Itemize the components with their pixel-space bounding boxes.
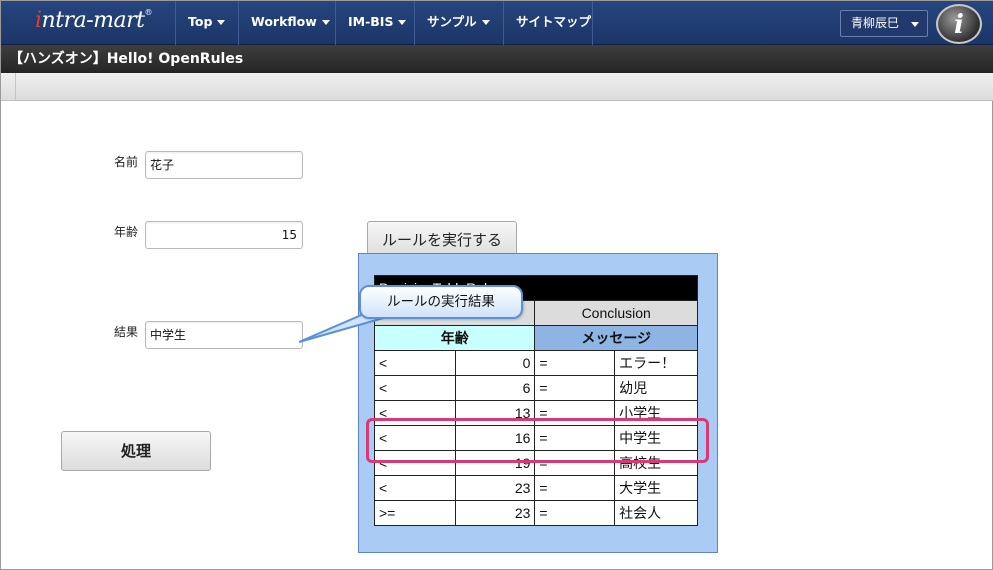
table-row: < 6 = 幼児 (374, 375, 698, 401)
conclusion-label: Conclusion (534, 300, 698, 326)
nav-workflow-label: Workflow (251, 14, 317, 29)
toolbar-divider (15, 73, 16, 101)
chevron-down-icon (911, 22, 919, 27)
equals-cell: = (534, 475, 616, 501)
nav-sitemap[interactable]: サイトマップ (503, 1, 593, 45)
operator-cell: < (374, 375, 456, 401)
matched-row-highlight (366, 418, 709, 463)
equals-cell: = (534, 500, 616, 526)
nav-im-bis[interactable]: IM-BIS (335, 1, 414, 45)
intra-mart-logo[interactable]: intra-mart® (35, 8, 152, 38)
chevron-down-icon (321, 20, 330, 25)
nav-sample[interactable]: サンプル (414, 1, 503, 45)
result-callout: ルールの実行結果 (359, 285, 523, 319)
age-cell: 0 (454, 350, 536, 376)
operator-cell: >= (374, 500, 456, 526)
age-field[interactable]: 15 (145, 221, 303, 249)
chevron-down-icon (217, 20, 226, 25)
message-cell: 社会人 (614, 500, 698, 526)
nav-top-label: Top (188, 14, 213, 29)
result-field[interactable]: 中学生 (145, 321, 303, 349)
name-label: 名前 (114, 155, 139, 169)
page-title: 【ハンズオン】Hello! OpenRules (1, 45, 993, 73)
nav-sitemap-label: サイトマップ (516, 14, 592, 29)
table-row: < 23 = 大学生 (374, 475, 698, 501)
chevron-down-icon (398, 20, 407, 25)
app-window: intra-mart® Top Workflow IM-BIS サンプル サイト… (0, 0, 993, 570)
nav-workflow[interactable]: Workflow (238, 1, 335, 45)
nav-im-bis-label: IM-BIS (348, 14, 394, 29)
age-label: 年齢 (114, 225, 139, 239)
user-name: 青柳辰巳 (851, 16, 900, 30)
operator-cell: < (374, 475, 456, 501)
result-label: 結果 (114, 325, 139, 339)
nav-sample-label: サンプル (427, 14, 477, 29)
age-cell: 23 (454, 500, 536, 526)
info-icon[interactable]: i (936, 4, 982, 44)
top-nav: intra-mart® Top Workflow IM-BIS サンプル サイト… (1, 1, 993, 45)
chevron-down-icon (481, 20, 490, 25)
age-column-header: 年齢 (373, 325, 536, 351)
process-button[interactable]: 処理 (61, 431, 211, 471)
table-header-row: 年齢 メッセージ (373, 325, 698, 351)
name-field[interactable]: 花子 (145, 151, 303, 179)
table-row: < 0 = エラー！ (374, 350, 698, 376)
message-cell: 大学生 (614, 475, 698, 501)
message-column-header: メッセージ (534, 325, 698, 351)
age-cell: 6 (454, 375, 536, 401)
message-cell: 幼児 (614, 375, 698, 401)
equals-cell: = (534, 375, 616, 401)
operator-cell: < (374, 350, 456, 376)
message-cell: エラー！ (614, 350, 698, 376)
toolbar-strip (1, 73, 993, 101)
user-menu-button[interactable]: 青柳辰巳 (840, 10, 928, 37)
equals-cell: = (534, 350, 616, 376)
age-cell: 23 (454, 475, 536, 501)
nav-top[interactable]: Top (175, 1, 238, 45)
table-row: >= 23 = 社会人 (374, 500, 698, 526)
